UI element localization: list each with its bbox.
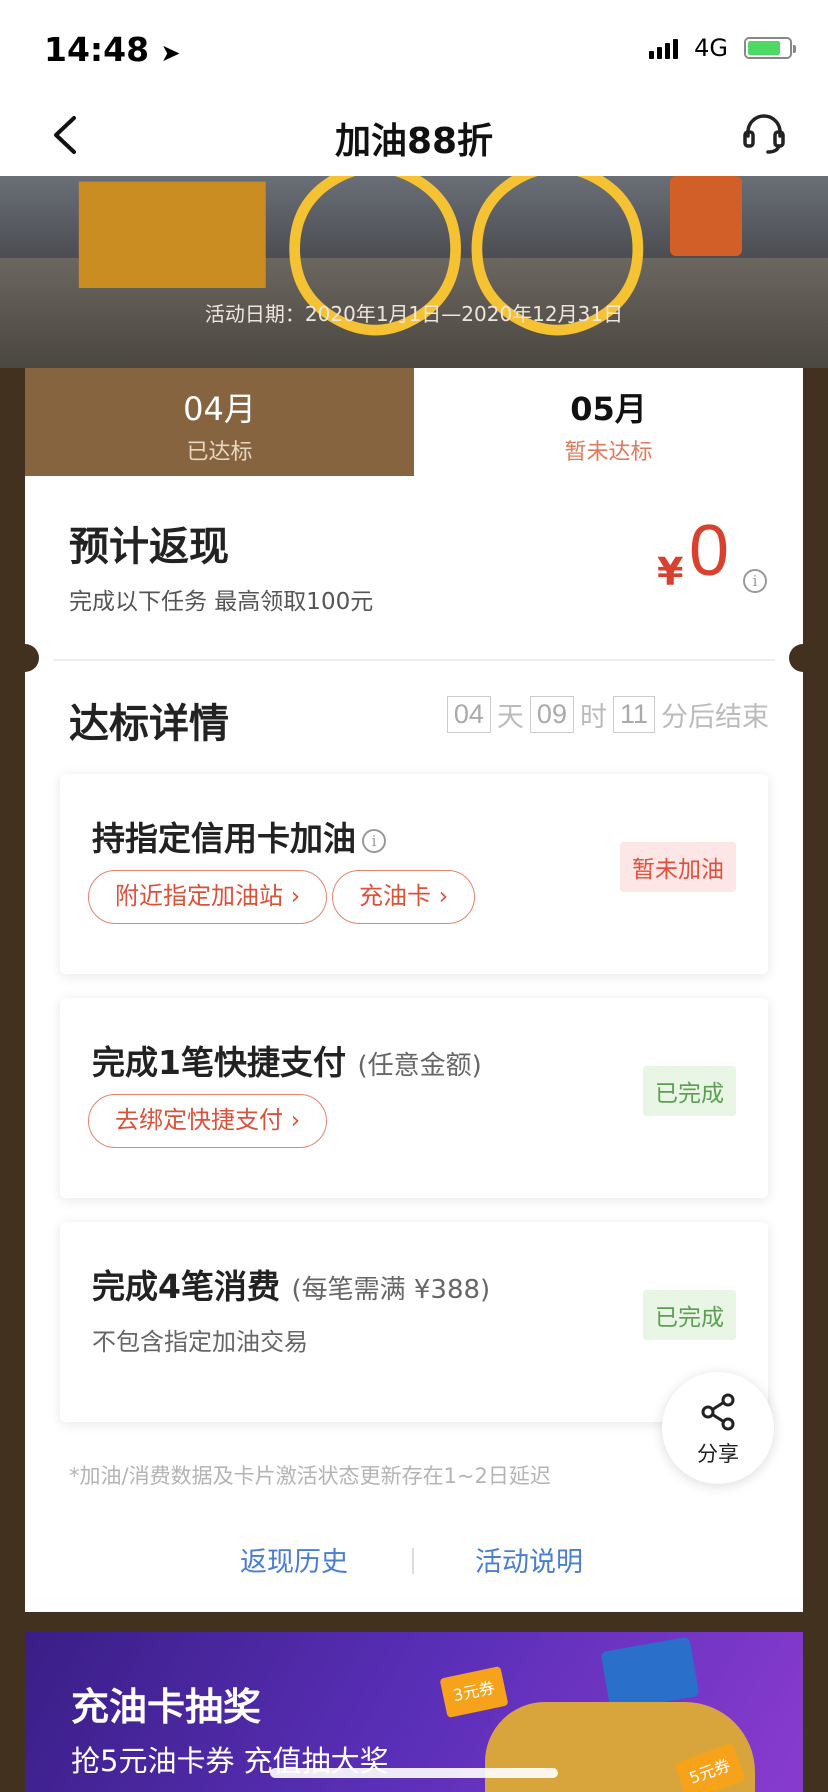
countdown-day-unit: 天 <box>496 702 524 733</box>
countdown-minutes: 11 <box>612 696 655 733</box>
cashback-history-link[interactable]: 返现历史 <box>240 1540 348 1579</box>
task-card-quickpay: 完成1笔快捷支付 (任意金额) 去绑定快捷支付 › 已完成 <box>60 998 768 1198</box>
tab-month-label: 04月 <box>183 390 256 428</box>
task-title-text: 持指定信用卡加油 <box>92 819 356 858</box>
share-icon <box>701 1393 735 1431</box>
fuel-card-button[interactable]: 充油卡 › <box>332 870 476 924</box>
tab-status-label: 暂未达标 <box>564 440 653 465</box>
countdown-days: 04 <box>446 696 491 733</box>
cashback-subtitle: 完成以下任务 最高领取100元 <box>69 589 374 615</box>
task-title: 完成1笔快捷支付 (任意金额) <box>92 1036 482 1084</box>
bind-quickpay-button[interactable]: 去绑定快捷支付 › <box>88 1094 328 1148</box>
task-title: 持指定信用卡加油 i <box>92 812 386 860</box>
signal-icon <box>649 37 679 59</box>
tab-april[interactable]: 04月 已达标 <box>25 368 414 476</box>
info-icon[interactable]: i <box>362 828 386 853</box>
cashback-title: 预计返现 <box>69 524 229 570</box>
task-description: 不包含指定加油交易 <box>92 1328 308 1356</box>
link-divider <box>412 1548 414 1574</box>
nearby-station-button[interactable]: 附近指定加油站 › <box>88 870 328 924</box>
promo-banner: ▆▆ ◯◯ 活动日期：2020年1月1日—2020年12月31日 <box>0 176 828 368</box>
status-badge: 已完成 <box>643 1066 736 1116</box>
share-button[interactable]: 分享 <box>662 1372 774 1484</box>
battery-icon <box>744 37 796 59</box>
customer-service-icon[interactable] <box>740 110 788 158</box>
task-title-text: 完成4笔消费 <box>92 1267 280 1306</box>
status-time: 14:48 ➤ <box>44 30 181 69</box>
status-bar: 14:48 ➤ 4G <box>0 0 828 96</box>
task-title-text: 完成1笔快捷支付 <box>92 1043 346 1082</box>
fuel-pump-icon <box>670 176 742 256</box>
lottery-title: 充油卡抽奖 <box>71 1685 262 1729</box>
task-note: (每笔需满 ¥388) <box>291 1275 491 1305</box>
footnote: *加油/消费数据及卡片激活状态更新存在1~2日延迟 <box>69 1464 551 1488</box>
cashback-amount: 0 <box>689 511 730 591</box>
tab-may[interactable]: 05月 暂未达标 <box>414 368 803 476</box>
card-notch-right <box>789 644 817 672</box>
status-indicators: 4G <box>649 34 796 62</box>
footer-links: 返现历史 活动说明 <box>25 1540 803 1590</box>
time-text: 14:48 <box>44 30 150 69</box>
activity-date: 活动日期：2020年1月1日—2020年12月31日 <box>204 302 624 326</box>
page-title: 加油88折 <box>334 121 494 162</box>
network-label: 4G <box>694 34 728 62</box>
task-note: (任意金额) <box>357 1051 482 1081</box>
tab-status-label: 已达标 <box>186 440 253 465</box>
countdown-suffix: 分后结束 <box>661 702 769 733</box>
countdown-hours: 09 <box>529 696 574 733</box>
currency-symbol: ¥ <box>657 550 684 594</box>
activity-rules-link[interactable]: 活动说明 <box>475 1540 583 1579</box>
task-card-spending: 完成4笔消费 (每笔需满 ¥388) 不包含指定加油交易 已完成 <box>60 1222 768 1422</box>
info-icon[interactable]: i <box>743 569 767 593</box>
nav-bar: 加油88折 <box>0 96 828 176</box>
countdown-hour-unit: 时 <box>579 702 607 733</box>
coupon-3-icon: 3元券 <box>439 1665 509 1719</box>
details-title: 达标详情 <box>69 701 229 747</box>
location-arrow-icon: ➤ <box>160 39 181 67</box>
countdown: 04 天 09 时 11 分后结束 <box>446 695 769 734</box>
card-notch-left <box>11 644 39 672</box>
banner-artwork-left: ▆▆ <box>80 176 265 287</box>
home-indicator[interactable] <box>270 1768 558 1778</box>
tab-month-label: 05月 <box>570 390 647 428</box>
divider <box>53 659 775 661</box>
status-badge: 已完成 <box>643 1290 736 1340</box>
status-badge: 暂未加油 <box>620 842 736 892</box>
task-card-fuel: 持指定信用卡加油 i 附近指定加油站 › 充油卡 › 暂未加油 <box>60 774 768 974</box>
share-label: 分享 <box>697 1442 739 1466</box>
task-title: 完成4笔消费 (每笔需满 ¥388) <box>92 1260 490 1308</box>
credit-card-icon <box>600 1636 700 1712</box>
